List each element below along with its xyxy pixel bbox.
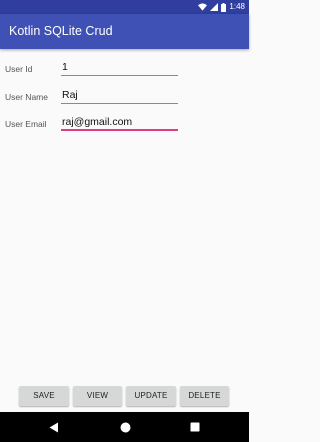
- home-icon[interactable]: [118, 420, 132, 434]
- wifi-icon: [198, 3, 208, 11]
- view-button[interactable]: VIEW: [73, 386, 122, 406]
- user-name-label: User Name: [5, 92, 48, 102]
- update-button[interactable]: UPDATE: [126, 386, 176, 406]
- app-bar: Kotlin SQLite Crud: [0, 14, 249, 49]
- navigation-bar: [0, 412, 249, 442]
- user-id-row: User Id: [0, 58, 249, 88]
- user-name-row: User Name: [0, 86, 249, 116]
- user-email-label: User Email: [5, 119, 47, 129]
- user-id-label: User Id: [5, 64, 33, 74]
- user-email-underline: [61, 129, 178, 131]
- battery-icon: [221, 2, 227, 12]
- user-id-input[interactable]: [61, 60, 178, 74]
- status-icons: 1:48: [198, 2, 245, 12]
- app-title: Kotlin SQLite Crud: [9, 24, 113, 38]
- recents-icon[interactable]: [188, 420, 202, 434]
- user-id-underline: [61, 75, 178, 76]
- user-name-input[interactable]: [61, 88, 178, 102]
- status-bar: 1:48: [0, 0, 249, 14]
- delete-button[interactable]: DELETE: [180, 386, 229, 406]
- user-email-input[interactable]: [61, 115, 178, 129]
- user-name-underline: [61, 103, 178, 104]
- back-icon[interactable]: [47, 420, 61, 434]
- save-button[interactable]: SAVE: [19, 386, 69, 406]
- user-email-row: User Email: [0, 114, 249, 144]
- status-time: 1:48: [229, 2, 245, 11]
- signal-icon: [210, 3, 219, 11]
